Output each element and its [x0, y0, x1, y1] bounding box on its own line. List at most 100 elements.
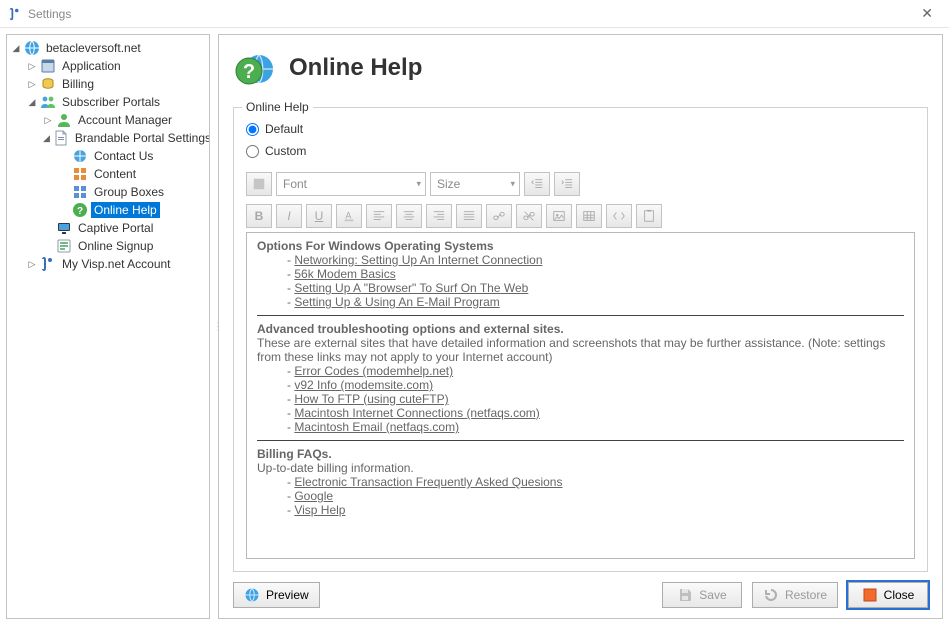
help-link[interactable]: Visp Help	[294, 503, 345, 517]
svg-text:A: A	[346, 211, 352, 221]
align-right-button[interactable]	[426, 204, 452, 228]
expander-icon[interactable]: ▷	[27, 61, 37, 71]
chevron-down-icon: ▾	[416, 179, 421, 190]
tree-item-online-signup[interactable]: Online Signup	[75, 238, 156, 254]
expander-icon[interactable]: ▷	[27, 79, 37, 89]
close-button[interactable]: Close	[848, 582, 928, 608]
tree-item-group-boxes[interactable]: Group Boxes	[91, 184, 167, 200]
underline-button[interactable]: U	[306, 204, 332, 228]
tree-item-account-manager[interactable]: Account Manager	[75, 112, 175, 128]
preview-button[interactable]: Preview	[233, 582, 320, 608]
expander-icon[interactable]: ◢	[27, 97, 37, 107]
expander-icon[interactable]: ▷	[43, 115, 53, 125]
source-button[interactable]	[606, 204, 632, 228]
tree-item-content[interactable]: Content	[91, 166, 139, 182]
text-color-button[interactable]: A	[336, 204, 362, 228]
tree-item-subscriber-portals[interactable]: Subscriber Portals	[59, 94, 163, 110]
image-button[interactable]	[546, 204, 572, 228]
tree-item-billing[interactable]: Billing	[59, 76, 97, 92]
main-panel: ⋮ ? Online Help Online Help Default	[218, 34, 943, 619]
globe-icon	[244, 587, 260, 603]
divider	[257, 315, 904, 316]
radio-custom-input[interactable]	[246, 145, 259, 158]
font-combo[interactable]: Font ▾	[276, 172, 426, 196]
size-combo[interactable]: Size ▾	[430, 172, 520, 196]
group-legend: Online Help	[242, 100, 313, 114]
radio-default[interactable]: Default	[246, 118, 915, 140]
save-label: Save	[699, 588, 726, 602]
radio-custom-label: Custom	[265, 144, 306, 158]
align-center-button[interactable]	[396, 204, 422, 228]
billing-icon	[40, 76, 56, 92]
expander-icon[interactable]: ▷	[27, 259, 37, 269]
preview-label: Preview	[266, 588, 309, 602]
save-button[interactable]: Save	[662, 582, 742, 608]
chevron-down-icon: ▾	[510, 179, 515, 190]
help-link[interactable]: Google	[294, 489, 333, 503]
close-icon	[862, 587, 878, 603]
help-link[interactable]: v92 Info (modemsite.com)	[294, 378, 433, 392]
help-link[interactable]: 56k Modem Basics	[294, 267, 395, 281]
font-combo-label: Font	[283, 177, 307, 191]
close-label: Close	[884, 588, 915, 602]
monitor-icon	[56, 220, 72, 236]
section-title: Advanced troubleshooting options and ext…	[257, 322, 904, 336]
signup-icon	[56, 238, 72, 254]
help-link[interactable]: Networking: Setting Up An Internet Conne…	[294, 253, 542, 267]
align-justify-button[interactable]	[456, 204, 482, 228]
help-link[interactable]: Setting Up A "Browser" To Surf On The We…	[294, 281, 528, 295]
help-link[interactable]: Error Codes (modemhelp.net)	[294, 364, 453, 378]
page-title: Online Help	[289, 54, 422, 82]
section-title: Options For Windows Operating Systems	[257, 239, 904, 253]
indent-button[interactable]	[554, 172, 580, 196]
divider	[257, 440, 904, 441]
outdent-button[interactable]	[524, 172, 550, 196]
restore-icon	[763, 587, 779, 603]
globe-icon	[24, 40, 40, 56]
radio-default-label: Default	[265, 122, 303, 136]
app-icon	[8, 7, 22, 21]
window-close-button[interactable]: ✕	[913, 1, 941, 26]
expander-icon[interactable]: ◢	[11, 43, 21, 53]
help-link[interactable]: Macintosh Email (netfaqs.com)	[294, 420, 459, 434]
save-icon	[677, 587, 693, 603]
globe-icon	[72, 148, 88, 164]
format-block-button[interactable]	[246, 172, 272, 196]
tree-item-contact-us[interactable]: Contact Us	[91, 148, 156, 164]
content-icon	[72, 166, 88, 182]
italic-button[interactable]: I	[276, 204, 302, 228]
tree-item-application[interactable]: Application	[59, 58, 124, 74]
tree-item-my-visp[interactable]: My Visp.net Account	[59, 256, 174, 272]
help-icon: ?	[72, 202, 88, 218]
svg-text:?: ?	[77, 206, 83, 217]
document-icon	[53, 130, 69, 146]
help-link[interactable]: Setting Up & Using An E-Mail Program	[294, 295, 499, 309]
help-icon: ?	[233, 47, 275, 89]
footer: Preview Save Restore Close	[233, 572, 928, 608]
tree-item-online-help[interactable]: Online Help	[91, 202, 160, 218]
split-handle[interactable]: ⋮	[213, 321, 225, 332]
bold-button[interactable]: B	[246, 204, 272, 228]
table-button[interactable]	[576, 204, 602, 228]
expander-icon[interactable]: ◢	[43, 133, 50, 143]
restore-button[interactable]: Restore	[752, 582, 838, 608]
window-title: Settings	[28, 7, 913, 21]
editor-toolbar-2: B I U A	[246, 204, 915, 228]
radio-custom[interactable]: Custom	[246, 140, 915, 162]
help-link[interactable]: Electronic Transaction Frequently Asked …	[294, 475, 562, 489]
radio-default-input[interactable]	[246, 123, 259, 136]
user-icon	[56, 112, 72, 128]
link-button[interactable]	[486, 204, 512, 228]
editor-toolbar-1: Font ▾ Size ▾	[246, 172, 915, 196]
align-left-button[interactable]	[366, 204, 392, 228]
tree-item-captive-portal[interactable]: Captive Portal	[75, 220, 156, 236]
application-icon	[40, 58, 56, 74]
content-editor[interactable]: Options For Windows Operating Systems - …	[246, 232, 915, 559]
help-link[interactable]: How To FTP (using cuteFTP)	[294, 392, 448, 406]
tree-item-root[interactable]: betacleversoft.net	[43, 40, 144, 56]
section-title: Billing FAQs.	[257, 447, 904, 461]
help-link[interactable]: Macintosh Internet Connections (netfaqs.…	[294, 406, 539, 420]
paste-button[interactable]	[636, 204, 662, 228]
unlink-button[interactable]	[516, 204, 542, 228]
tree-item-brandable-portal[interactable]: Brandable Portal Settings	[72, 130, 210, 146]
